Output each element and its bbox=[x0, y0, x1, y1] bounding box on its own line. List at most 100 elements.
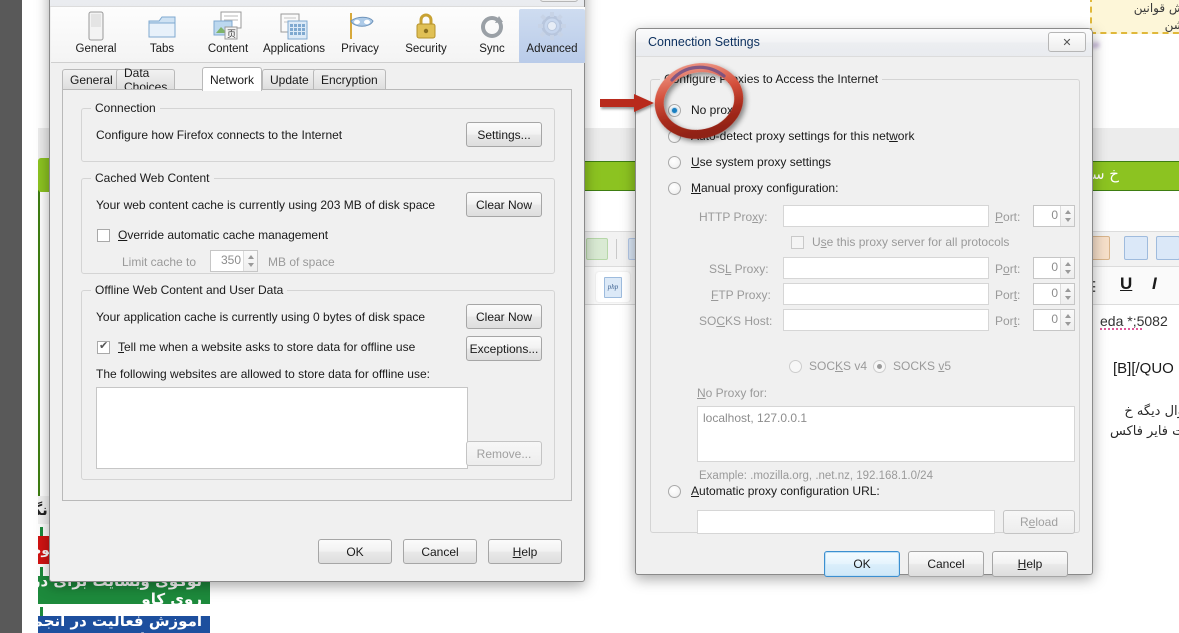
category-advanced[interactable]: Advanced bbox=[519, 9, 585, 63]
background-green-vertical-line bbox=[38, 191, 40, 521]
exceptions-button[interactable]: Exceptions... bbox=[466, 336, 542, 361]
remove-button[interactable]: Remove... bbox=[466, 441, 542, 466]
reload-pac-button[interactable]: Re load bbox=[1003, 510, 1075, 534]
category-tabs-label: Tabs bbox=[149, 43, 175, 55]
auto-config-url-radio[interactable] bbox=[668, 485, 681, 498]
offline-clear-now-button[interactable]: Clear Now bbox=[466, 304, 542, 329]
options-close-button[interactable]: ✕ bbox=[540, 0, 578, 2]
proxy-group-legend: Configure Proxies to Access the Internet bbox=[660, 72, 883, 86]
no-proxy-for-textarea[interactable]: localhost, 127.0.0.1 bbox=[697, 406, 1075, 462]
cached-group-legend: Cached Web Content bbox=[91, 171, 214, 185]
ftp-port-stepper[interactable]: 0 bbox=[1033, 283, 1075, 305]
ftp-port-spinner-arrows[interactable] bbox=[1060, 284, 1074, 304]
general-icon bbox=[63, 9, 129, 41]
category-privacy[interactable]: Privacy bbox=[327, 9, 393, 63]
connection-help-button[interactable]: Help bbox=[992, 551, 1068, 577]
options-titlebar: Options ✕ bbox=[50, 0, 584, 7]
subtab-network[interactable]: Network bbox=[202, 67, 263, 91]
ssl-proxy-input[interactable] bbox=[783, 257, 989, 279]
limit-cache-stepper[interactable]: 350 bbox=[210, 250, 258, 272]
subtab-data-choices[interactable]: Data Choices bbox=[116, 66, 176, 94]
cached-description: Your web content cache is currently usin… bbox=[96, 198, 436, 212]
background-toolbar-icon-a bbox=[586, 238, 608, 260]
socks-v4-label: SOCKS v4 bbox=[809, 359, 868, 373]
socks-port-spinner-arrows[interactable] bbox=[1060, 310, 1074, 330]
cached-web-content-group: Cached Web Content Your web content cach… bbox=[81, 171, 555, 274]
category-content[interactable]: 页 Content bbox=[195, 9, 261, 63]
cached-clear-now-button[interactable]: Clear Now bbox=[466, 192, 542, 217]
socks-v4-radio[interactable] bbox=[789, 360, 802, 373]
http-port-stepper[interactable]: 0 bbox=[1033, 205, 1075, 227]
background-toolbar-separator-a bbox=[616, 239, 617, 259]
sync-icon bbox=[459, 9, 525, 41]
ftp-port-label: Port: bbox=[995, 288, 1021, 302]
limit-cache-value: 350 bbox=[220, 253, 241, 267]
socks-v5-radio[interactable] bbox=[873, 360, 886, 373]
connection-description: Configure how Firefox connects to the In… bbox=[96, 128, 343, 142]
socks-host-input[interactable] bbox=[783, 309, 989, 331]
socks-v5-label: SOCKS v5 bbox=[893, 359, 952, 373]
all-protocols-checkbox[interactable] bbox=[791, 236, 804, 249]
ssl-port-label: Port: bbox=[995, 262, 1021, 276]
category-applications[interactable]: Applications bbox=[261, 9, 327, 63]
category-sync-label: Sync bbox=[479, 43, 505, 55]
auto-detect-proxy-label: Auto-detect proxy settings for this netw… bbox=[691, 129, 915, 143]
background-note-line1: موزش قوانین bbox=[1133, 1, 1179, 15]
ssl-port-stepper[interactable]: 0 bbox=[1033, 257, 1075, 279]
http-port-spinner-arrows[interactable] bbox=[1060, 206, 1074, 226]
content-icon: 页 bbox=[195, 9, 261, 41]
ftp-proxy-input[interactable] bbox=[783, 283, 989, 305]
http-port-value: 0 bbox=[1051, 208, 1058, 222]
all-protocols-label: Use this proxy server for all protocols bbox=[812, 235, 1010, 249]
options-dialog[interactable]: Options ✕ General bbox=[49, 0, 585, 582]
no-proxy-example: Example: .mozilla.org, .net.nz, 192.168.… bbox=[699, 470, 933, 482]
socks-port-value: 0 bbox=[1051, 312, 1058, 326]
connection-settings-close-button[interactable]: ✕ bbox=[1048, 32, 1086, 52]
override-cache-checkbox[interactable] bbox=[97, 229, 110, 242]
background-spellcheck-underline bbox=[1100, 328, 1142, 330]
options-help-button[interactable]: Help bbox=[488, 539, 562, 564]
auto-config-url-input[interactable] bbox=[697, 510, 995, 534]
options-cancel-button[interactable]: Cancel bbox=[403, 539, 477, 564]
connection-settings-dialog[interactable]: Connection Settings ✕ Configure Proxies … bbox=[635, 28, 1093, 577]
ssl-proxy-label: SSL Proxy: bbox=[709, 262, 769, 276]
connection-ok-button[interactable]: OK bbox=[824, 551, 900, 577]
background-text-5: ات فایر فاکس bbox=[1109, 424, 1179, 439]
category-tabs[interactable]: Tabs bbox=[129, 9, 195, 63]
background-toolbar-icon-d bbox=[1124, 236, 1148, 260]
applications-icon bbox=[261, 9, 327, 41]
manual-proxy-radio[interactable] bbox=[668, 182, 681, 195]
background-note-line2: نیمیشن bbox=[1164, 18, 1179, 32]
background-tick-2 bbox=[40, 527, 43, 536]
limit-cache-suffix: MB of space bbox=[268, 255, 335, 269]
http-proxy-input[interactable] bbox=[783, 205, 989, 227]
tell-me-offline-checkbox[interactable] bbox=[97, 339, 110, 354]
category-security[interactable]: Security bbox=[393, 9, 459, 63]
advanced-gear-icon bbox=[519, 9, 585, 41]
subtab-general[interactable]: General bbox=[62, 69, 121, 89]
connection-settings-titlebar: Connection Settings ✕ bbox=[636, 29, 1092, 57]
svg-text:页: 页 bbox=[227, 29, 236, 40]
proxy-config-group: Configure Proxies to Access the Internet… bbox=[650, 72, 1080, 534]
offline-group-legend: Offline Web Content and User Data bbox=[91, 283, 288, 297]
ssl-port-spinner-arrows[interactable] bbox=[1060, 258, 1074, 278]
subtab-encryption[interactable]: Encryption bbox=[313, 69, 386, 89]
override-cache-label: Override automatic cache management bbox=[118, 228, 329, 242]
settings-button[interactable]: Settings... bbox=[466, 122, 542, 147]
offline-sites-list[interactable] bbox=[96, 387, 468, 469]
connection-cancel-button[interactable]: Cancel bbox=[908, 551, 984, 577]
category-general[interactable]: General bbox=[63, 9, 129, 63]
ftp-proxy-label: FTP Proxy: bbox=[711, 288, 771, 302]
system-proxy-label: Use system proxy settings bbox=[691, 155, 832, 169]
connection-settings-title: Connection Settings bbox=[648, 35, 760, 49]
tabs-icon bbox=[129, 9, 195, 41]
limit-cache-spinner-arrows[interactable] bbox=[243, 251, 257, 271]
background-code-text: eda *;5082 bbox=[1100, 313, 1168, 329]
auto-detect-proxy-radio[interactable] bbox=[668, 130, 681, 143]
category-sync[interactable]: Sync bbox=[459, 9, 525, 63]
socks-port-stepper[interactable]: 0 bbox=[1033, 309, 1075, 331]
system-proxy-radio[interactable] bbox=[668, 156, 681, 169]
subtab-update[interactable]: Update bbox=[262, 69, 317, 89]
no-proxy-radio[interactable] bbox=[668, 104, 681, 117]
options-ok-button[interactable]: OK bbox=[318, 539, 392, 564]
